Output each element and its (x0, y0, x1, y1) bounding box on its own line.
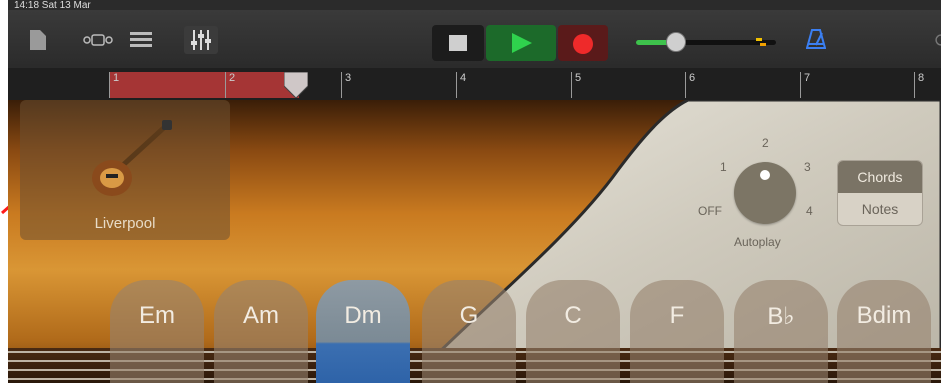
chord-strip-dm[interactable]: Dm (316, 280, 410, 383)
cycle-region[interactable] (109, 72, 299, 98)
chord-strip-em[interactable]: Em (110, 280, 204, 383)
bar-number: 4 (460, 72, 467, 84)
stop-button[interactable] (432, 25, 484, 61)
instrument-name: Liverpool (94, 215, 156, 232)
bar-number: 7 (804, 72, 811, 84)
playhead-icon[interactable] (284, 72, 308, 98)
autoplay-position-4: 4 (806, 204, 813, 218)
document-icon[interactable] (28, 28, 48, 52)
volume-slider[interactable] (636, 32, 776, 52)
mixer-icon[interactable] (184, 26, 218, 54)
metronome-icon[interactable] (804, 26, 828, 52)
chord-strip-c[interactable]: C (526, 280, 620, 383)
timeline-ruler[interactable]: 1 2 3 4 5 6 7 8 (8, 68, 941, 100)
bar-number: 2 (229, 72, 236, 84)
stop-icon (449, 35, 467, 51)
autoplay-knob[interactable] (734, 162, 796, 224)
autoplay-label: Autoplay (734, 235, 781, 249)
autoplay-position-off: OFF (698, 204, 722, 218)
toolbar (8, 10, 941, 64)
instrument-selector[interactable]: Liverpool (20, 100, 230, 240)
autoplay-control: 2 1 3 OFF 4 Autoplay (698, 132, 838, 252)
bar-number: 5 (575, 72, 582, 84)
volume-thumb[interactable] (666, 32, 686, 52)
bar-number: 1 (113, 72, 120, 84)
chord-strip-g[interactable]: G (422, 280, 516, 383)
settings-icon[interactable] (934, 30, 941, 50)
chords-notes-toggle[interactable]: Chords Notes (837, 160, 923, 226)
view-toggle-icon[interactable] (80, 28, 116, 52)
play-button[interactable] (486, 25, 556, 61)
chord-strip-bdim[interactable]: Bdim (837, 280, 931, 383)
bass-guitar-icon (92, 120, 172, 196)
chord-strip-bflat[interactable]: B♭ (734, 280, 828, 383)
knob-indicator (760, 170, 770, 180)
chords-toggle-button[interactable]: Chords (838, 161, 922, 193)
record-button[interactable] (558, 25, 608, 61)
bar-number: 6 (689, 72, 696, 84)
autoplay-position-2: 2 (762, 136, 769, 150)
bass-instrument-stage: Liverpool 2 1 3 OFF 4 Autoplay Chords No… (8, 100, 941, 383)
autoplay-position-3: 3 (804, 160, 811, 174)
play-icon (512, 33, 532, 53)
chord-strip-f[interactable]: F (630, 280, 724, 383)
notes-toggle-button[interactable]: Notes (838, 193, 922, 225)
chord-strip-am[interactable]: Am (214, 280, 308, 383)
autoplay-position-1: 1 (720, 160, 727, 174)
record-icon (573, 34, 593, 54)
garageband-screen: 14:18 Sat 13 Mar 1 2 3 4 5 6 7 8 Liverpo… (8, 0, 941, 383)
bar-number: 8 (918, 72, 925, 84)
bar-number: 3 (345, 72, 352, 84)
tracks-view-icon[interactable] (126, 28, 156, 52)
